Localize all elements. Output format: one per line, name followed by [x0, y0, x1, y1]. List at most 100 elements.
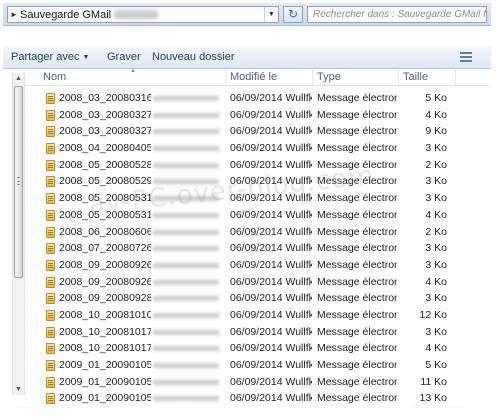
- file-name: 2008_09_20080928-111718-: [59, 292, 151, 305]
- file-row[interactable]: 2009_01_20090105-111304- 06/09/2014 Wullf…: [23, 357, 491, 374]
- file-type: Message électroni...: [317, 242, 397, 255]
- file-type: Message électroni...: [317, 142, 397, 155]
- share-with-button[interactable]: Partager avec ▼: [11, 51, 89, 63]
- file-size: 3 Ko: [425, 292, 447, 305]
- file-row[interactable]: 2008_05_20080528-070011- 06/09/2014 Wullf…: [23, 157, 491, 174]
- redacted-text: [153, 196, 219, 202]
- sort-ascending-icon: ▲: [130, 68, 136, 74]
- email-file-icon: [46, 109, 55, 121]
- file-size: 3 Ko: [425, 242, 447, 255]
- file-size: 4 Ko: [425, 108, 447, 121]
- file-size: 3 Ko: [425, 175, 447, 188]
- file-modified: 06/09/2014 Wullfk...: [230, 142, 312, 155]
- column-divider[interactable]: [226, 69, 227, 86]
- file-size: 13 Ko: [419, 392, 447, 405]
- redacted-text: [153, 379, 219, 385]
- file-name: 2008_05_20080529-150738-: [59, 175, 151, 188]
- redacted-text: [153, 329, 219, 335]
- file-type: Message électroni...: [317, 375, 397, 388]
- address-field[interactable]: ► Sauvegarde GMail ▼: [7, 6, 279, 23]
- file-row[interactable]: 2008_07_20080726-122336- 06/09/2014 Wullf…: [23, 240, 491, 257]
- file-modified: 06/09/2014 Wullfk...: [230, 308, 312, 321]
- column-header-type[interactable]: Type: [317, 71, 341, 83]
- file-name: 2008_10_20081017-182352-: [59, 342, 151, 355]
- file-size: 5 Ko: [425, 92, 447, 104]
- file-size: 4 Ko: [425, 275, 447, 288]
- file-name: 2008_10_20081017-175622-: [59, 325, 151, 338]
- column-divider[interactable]: [455, 69, 456, 86]
- file-row[interactable]: 2009_01_20090105-155435- 06/09/2014 Wullf…: [23, 374, 491, 391]
- file-modified: 06/09/2014 Wullfk...: [230, 108, 312, 121]
- file-modified: 06/09/2014 Wullfk...: [230, 258, 312, 271]
- column-header-modified[interactable]: Modifié le: [230, 71, 277, 83]
- file-modified: 06/09/2014 Wullfk...: [230, 192, 312, 205]
- file-row[interactable]: 2008_03_20080316-122144- 06/09/2014 Wullf…: [23, 90, 491, 107]
- file-row[interactable]: 2008_09_20080926-022954- 06/09/2014 Wullf…: [23, 257, 491, 274]
- file-modified: 06/09/2014 Wullfk...: [230, 92, 312, 104]
- file-size: 2 Ko: [425, 158, 447, 171]
- redacted-text: [153, 396, 219, 402]
- file-row[interactable]: 2008_03_20080327-145555- 06/09/2014 Wullf…: [23, 123, 491, 140]
- explorer-window: ► Sauvegarde GMail ▼ ↻ Rechercher dans :…: [3, 3, 491, 408]
- file-row[interactable]: 2008_04_20080405-124842- 06/09/2014 Wullf…: [23, 140, 491, 157]
- file-name: 2009_01_20090105-111304-: [59, 359, 151, 371]
- file-name: 2008_09_20080926-022954-: [59, 258, 151, 271]
- address-bar: ► Sauvegarde GMail ▼ ↻ Rechercher dans :…: [3, 3, 491, 26]
- redacted-text: [153, 162, 219, 168]
- redacted-text: [153, 296, 219, 302]
- file-type: Message électroni...: [317, 325, 397, 338]
- scroll-up-icon[interactable]: ▲: [13, 73, 24, 84]
- file-type: Message électroni...: [317, 275, 397, 288]
- email-file-icon: [46, 209, 55, 221]
- redacted-text: [153, 229, 219, 235]
- column-divider[interactable]: [312, 69, 313, 86]
- refresh-icon: ↻: [287, 7, 299, 21]
- column-header-name[interactable]: Nom: [43, 71, 66, 83]
- email-file-icon: [46, 226, 55, 238]
- file-name: 2008_09_20080926-023040-: [59, 275, 151, 288]
- file-type: Message électroni...: [317, 92, 397, 104]
- search-input[interactable]: Rechercher dans : Sauvegarde GMail Maxim: [307, 6, 487, 23]
- email-file-icon: [46, 293, 55, 305]
- file-row[interactable]: 2008_09_20080928-111718- 06/09/2014 Wullf…: [23, 290, 491, 307]
- share-with-label: Partager avec: [11, 51, 80, 63]
- file-row[interactable]: 2008_05_20080531-130147- 06/09/2014 Wullf…: [23, 190, 491, 207]
- file-row[interactable]: 2008_10_20081017-182352- 06/09/2014 Wullf…: [23, 340, 491, 357]
- redacted-text: [153, 129, 219, 135]
- refresh-button[interactable]: ↻: [283, 6, 303, 23]
- redacted-text: [153, 363, 219, 368]
- view-options-icon[interactable]: [460, 52, 472, 62]
- file-row[interactable]: 2008_10_20081017-175622- 06/09/2014 Wullf…: [23, 324, 491, 341]
- file-row[interactable]: 2009_01_20090106-201057-06/09/2014 Wullf…: [23, 407, 491, 408]
- file-row[interactable]: 2009_01_20090105-160654- 06/09/2014 Wullf…: [23, 390, 491, 407]
- file-modified: 06/09/2014 Wullfk...: [230, 375, 312, 388]
- email-file-icon: [46, 360, 55, 371]
- file-modified: 06/09/2014 Wullfk...: [230, 342, 312, 355]
- file-row[interactable]: 2008_05_20080529-150738- 06/09/2014 Wullf…: [23, 173, 491, 190]
- redacted-text: [153, 246, 219, 252]
- file-name: 2009_01_20090105-155435-: [59, 375, 151, 388]
- column-header-size[interactable]: Taille: [403, 71, 428, 83]
- file-size: 5 Ko: [425, 359, 447, 371]
- redacted-text: [153, 312, 219, 318]
- email-file-icon: [46, 309, 55, 321]
- file-row[interactable]: 2008_06_20080606-121958- 06/09/2014 Wullf…: [23, 224, 491, 241]
- column-divider[interactable]: [398, 69, 399, 86]
- scrollbar-thumb[interactable]: [14, 86, 23, 278]
- file-size: 3 Ko: [425, 142, 447, 155]
- file-row[interactable]: 2008_09_20080926-023040- 06/09/2014 Wullf…: [23, 274, 491, 291]
- file-list: 2008_03_20080316-122144- 06/09/2014 Wullf…: [23, 90, 491, 408]
- chevron-down-icon[interactable]: ▼: [264, 7, 278, 22]
- file-name: 2008_05_20080531-133059-: [59, 208, 151, 221]
- file-row[interactable]: 2008_10_20081010-170145- 06/09/2014 Wullf…: [23, 307, 491, 324]
- file-modified: 06/09/2014 Wullfk...: [230, 125, 312, 138]
- file-row[interactable]: 2008_03_20080327-144323- 06/09/2014 Wullf…: [23, 107, 491, 124]
- redacted-text: [114, 10, 159, 19]
- new-folder-button[interactable]: Nouveau dossier: [152, 51, 235, 63]
- file-name: 2008_03_20080327-145555-: [59, 125, 151, 138]
- breadcrumb-arrow-icon[interactable]: ►: [8, 10, 20, 19]
- burn-button[interactable]: Graver: [107, 51, 141, 63]
- redacted-text: [153, 179, 219, 185]
- file-row[interactable]: 2008_05_20080531-133059- 06/09/2014 Wullf…: [23, 207, 491, 224]
- email-file-icon: [46, 343, 55, 355]
